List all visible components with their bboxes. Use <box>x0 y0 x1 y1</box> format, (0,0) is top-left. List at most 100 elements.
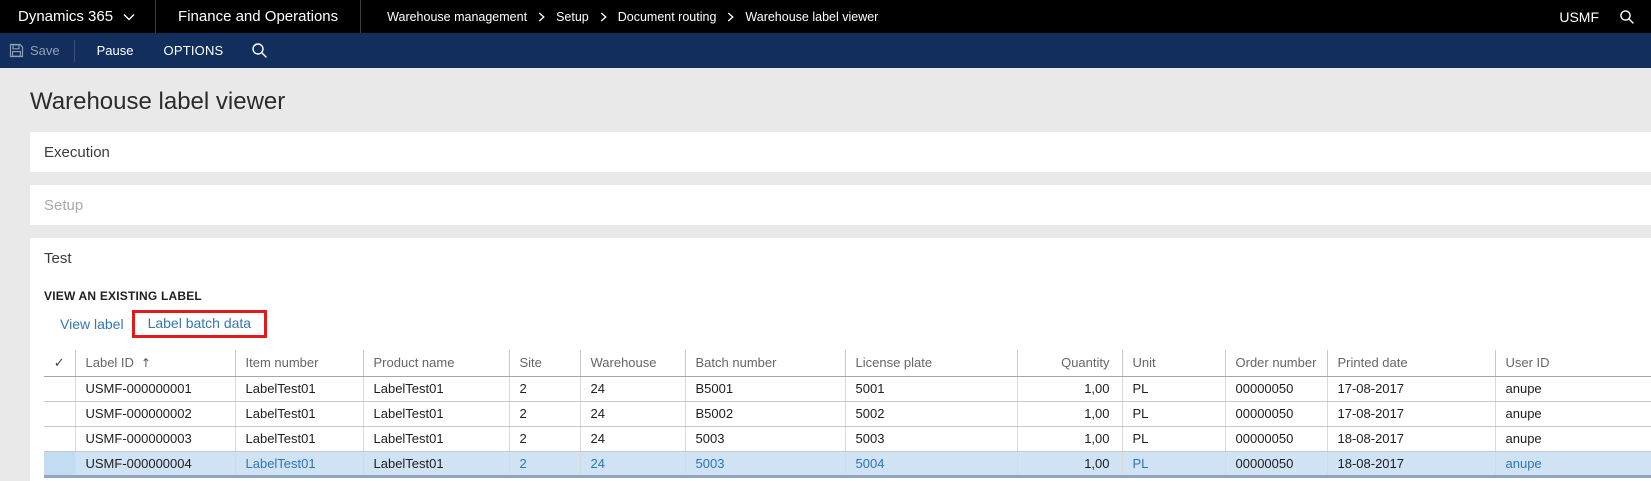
save-icon <box>9 43 24 58</box>
chevron-right-icon <box>727 12 735 22</box>
company-picker[interactable]: USMF <box>1559 9 1619 25</box>
table-row-selected[interactable]: USMF-000000004 LabelTest01 LabelTest01 2… <box>44 451 1651 478</box>
column-header-site[interactable]: Site <box>508 350 580 377</box>
cell-order-number: 00000050 <box>1224 376 1327 402</box>
column-header-product-name[interactable]: Product name <box>362 350 509 377</box>
cell-label-id: USMF-000000001 <box>74 376 235 402</box>
pause-button[interactable]: Pause <box>97 43 164 58</box>
select-all-checkmark-icon[interactable]: ✓ <box>44 350 75 377</box>
sort-ascending-icon: ↑ <box>140 356 151 371</box>
command-bar: Save Pause OPTIONS <box>0 33 1651 68</box>
cell-unit: PL <box>1121 401 1225 427</box>
column-header-warehouse[interactable]: Warehouse <box>579 350 685 377</box>
breadcrumb-document-routing[interactable]: Document routing <box>618 10 717 24</box>
command-search-icon[interactable] <box>251 42 268 59</box>
chevron-right-icon <box>600 12 607 22</box>
save-label: Save <box>30 43 60 58</box>
breadcrumb-warehouse-management[interactable]: Warehouse management <box>387 10 527 24</box>
column-header-quantity[interactable]: Quantity <box>1016 350 1122 377</box>
cell-batch-number: B5001 <box>684 376 845 402</box>
table-row[interactable]: USMF-000000003 LabelTest01 LabelTest01 2… <box>44 426 1651 452</box>
cell-product-name: LabelTest01 <box>362 426 509 452</box>
cell-user-id[interactable]: anupe <box>1494 451 1651 478</box>
cell-quantity: 1,00 <box>1016 426 1122 452</box>
cell-quantity: 1,00 <box>1016 401 1122 427</box>
row-select-cell[interactable] <box>44 426 75 452</box>
chevron-right-icon <box>538 12 545 22</box>
table-row[interactable]: USMF-000000002 LabelTest01 LabelTest01 2… <box>44 401 1651 427</box>
column-header-license-plate[interactable]: License plate <box>844 350 1017 377</box>
breadcrumb-setup[interactable]: Setup <box>556 10 589 24</box>
row-select-cell[interactable] <box>44 376 75 402</box>
cell-quantity: 1,00 <box>1016 451 1122 478</box>
cell-item-number: LabelTest01 <box>234 426 363 452</box>
row-select-cell[interactable] <box>44 401 75 427</box>
view-label-link[interactable]: View label <box>60 316 124 332</box>
cell-batch-number[interactable]: 5003 <box>684 451 845 478</box>
cell-license-plate: 5003 <box>844 426 1017 452</box>
cell-quantity: 1,00 <box>1016 376 1122 402</box>
cell-unit: PL <box>1121 426 1225 452</box>
save-button[interactable]: Save <box>0 43 74 58</box>
table-row[interactable]: USMF-000000001 LabelTest01 LabelTest01 2… <box>44 376 1651 402</box>
cell-order-number: 00000050 <box>1224 451 1327 478</box>
row-select-cell[interactable] <box>44 451 75 478</box>
cell-user-id: anupe <box>1494 376 1651 402</box>
search-icon[interactable] <box>1619 9 1651 25</box>
page-title: Warehouse label viewer <box>30 88 286 115</box>
app-name: Dynamics 365 <box>18 8 114 25</box>
cell-license-plate: 5001 <box>844 376 1017 402</box>
column-header-order-number[interactable]: Order number <box>1224 350 1327 377</box>
view-existing-label-group-header: VIEW AN EXISTING LABEL <box>44 289 202 303</box>
column-header-user-id[interactable]: User ID <box>1494 350 1651 377</box>
page-content: Warehouse label viewer Execution Setup T… <box>0 68 1651 481</box>
dynamics-365-menu[interactable]: Dynamics 365 <box>0 0 155 33</box>
breadcrumb-warehouse-label-viewer[interactable]: Warehouse label viewer <box>745 10 878 24</box>
cell-order-number: 00000050 <box>1224 426 1327 452</box>
product-name[interactable]: Finance and Operations <box>156 0 360 33</box>
section-test: Test VIEW AN EXISTING LABEL View label L… <box>30 238 1651 481</box>
grid-header-row: ✓ Label ID ↑ Item number Product name Sit… <box>44 350 1651 377</box>
column-header-printed-date[interactable]: Printed date <box>1326 350 1495 377</box>
cell-batch-number: 5003 <box>684 426 845 452</box>
section-execution-label: Execution <box>44 143 110 161</box>
section-test-label[interactable]: Test <box>44 249 1651 268</box>
section-execution[interactable]: Execution <box>30 132 1651 172</box>
cell-unit: PL <box>1121 376 1225 402</box>
cell-warehouse[interactable]: 24 <box>579 451 685 478</box>
cell-printed-date: 18-08-2017 <box>1326 451 1495 478</box>
annotation-highlight-box: Label batch data <box>131 310 268 338</box>
cell-warehouse: 24 <box>579 426 685 452</box>
label-batch-data-link[interactable]: Label batch data <box>148 315 252 331</box>
column-header-label-id[interactable]: Label ID ↑ <box>74 350 235 377</box>
cell-label-id: USMF-000000004 <box>74 451 235 478</box>
cell-printed-date: 18-08-2017 <box>1326 426 1495 452</box>
cell-user-id: anupe <box>1494 401 1651 427</box>
column-header-unit[interactable]: Unit <box>1121 350 1225 377</box>
cell-warehouse: 24 <box>579 401 685 427</box>
column-header-item-number[interactable]: Item number <box>234 350 363 377</box>
section-setup-label: Setup <box>44 196 84 214</box>
cell-warehouse: 24 <box>579 376 685 402</box>
cell-site: 2 <box>508 426 580 452</box>
cell-printed-date: 17-08-2017 <box>1326 401 1495 427</box>
action-links: View label Label batch data <box>44 310 1651 338</box>
column-header-batch-number[interactable]: Batch number <box>684 350 845 377</box>
cell-order-number: 00000050 <box>1224 401 1327 427</box>
chevron-down-icon <box>123 8 135 25</box>
divider <box>73 39 75 62</box>
cell-site: 2 <box>508 376 580 402</box>
cell-item-number: LabelTest01 <box>234 401 363 427</box>
label-grid: ✓ Label ID ↑ Item number Product name Sit… <box>44 350 1651 478</box>
cell-unit[interactable]: PL <box>1121 451 1225 478</box>
cell-product-name: LabelTest01 <box>362 401 509 427</box>
cell-license-plate[interactable]: 5004 <box>844 451 1017 478</box>
cell-item-number[interactable]: LabelTest01 <box>234 451 363 478</box>
cell-product-name: LabelTest01 <box>362 451 509 478</box>
cell-label-id: USMF-000000002 <box>74 401 235 427</box>
cell-batch-number: B5002 <box>684 401 845 427</box>
top-navbar: Dynamics 365 Finance and Operations Ware… <box>0 0 1651 33</box>
section-setup[interactable]: Setup <box>30 185 1651 225</box>
cell-site[interactable]: 2 <box>508 451 580 478</box>
options-menu[interactable]: OPTIONS <box>164 43 252 58</box>
